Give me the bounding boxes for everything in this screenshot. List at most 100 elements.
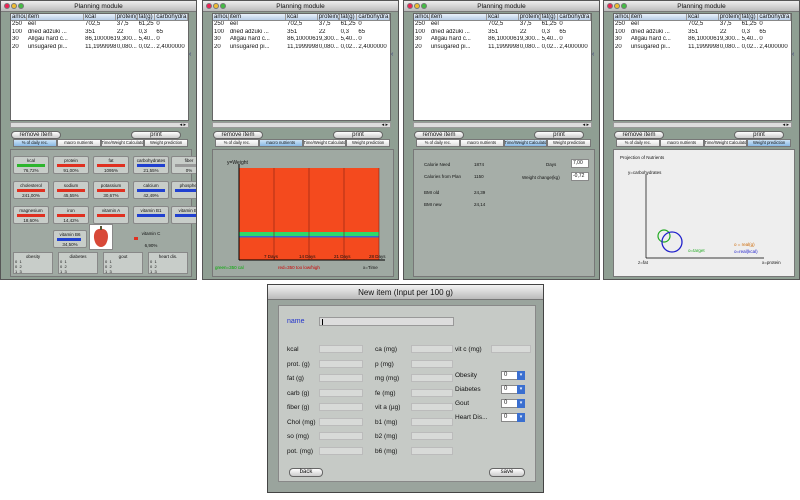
resize-arrow-icon[interactable]: ‹ — [391, 51, 398, 91]
table-row[interactable]: 30 Allgäu hard c... 86,1000061...9,300...5… — [414, 36, 591, 44]
save-button[interactable]: save — [489, 468, 525, 477]
field-input[interactable] — [411, 345, 453, 353]
column-header[interactable]: carbohydra — [758, 14, 791, 20]
column-header[interactable]: amount(g) — [614, 14, 630, 20]
column-header[interactable]: protein(g) — [116, 14, 138, 20]
print-button[interactable]: print — [734, 131, 784, 139]
print-button[interactable]: print — [534, 131, 584, 139]
remove-item-button[interactable]: remove item — [213, 131, 263, 139]
window-control-button[interactable] — [407, 3, 413, 9]
column-header[interactable]: kcal — [286, 14, 318, 20]
column-header[interactable]: fat(g) — [138, 14, 156, 20]
field-input[interactable] — [319, 345, 363, 353]
remove-item-button[interactable]: remove item — [614, 131, 664, 139]
field-input[interactable] — [319, 432, 363, 440]
table-row[interactable]: 250 eel 702,5 37,5 61,25 0 — [414, 21, 591, 29]
tab-2[interactable]: macro nutrients — [459, 139, 504, 147]
window-control-button[interactable] — [621, 3, 627, 9]
scroll-arrows-icon[interactable]: ◂ ▸ — [783, 122, 789, 128]
chevron-down-icon[interactable]: ▾ — [517, 399, 525, 408]
column-header[interactable]: carbohydra — [357, 14, 390, 20]
table-row[interactable]: 100 dried adzuki ... 351 22 0,3 65 — [11, 29, 188, 37]
table-row[interactable]: 20 unsugared pi... 11,1999998...0,080...0,… — [414, 44, 591, 52]
horizontal-scrollbar[interactable]: ◂ ▸ — [413, 122, 592, 128]
column-header[interactable]: item — [229, 14, 287, 20]
resize-arrow-icon[interactable]: ‹ — [189, 51, 196, 91]
tab-3[interactable]: Time/Weight Calculator — [302, 139, 347, 147]
tab-3[interactable]: Time/Weight Calculator — [100, 139, 145, 147]
window-controls[interactable] — [4, 3, 25, 11]
field-input[interactable] — [411, 446, 453, 455]
table-row[interactable]: 20 unsugared pi... 11,1999998...0,080...0,… — [11, 44, 188, 52]
field-input[interactable] — [319, 374, 363, 382]
column-header[interactable]: item — [630, 14, 688, 20]
window-control-button[interactable] — [206, 3, 212, 9]
window-controls[interactable] — [407, 3, 428, 11]
chevron-down-icon[interactable]: ▾ — [517, 371, 525, 380]
field-input[interactable] — [319, 446, 363, 455]
name-input[interactable] — [319, 317, 454, 326]
window-control-button[interactable] — [220, 3, 226, 9]
tab-3[interactable]: Time/Weight Calculator — [703, 139, 748, 147]
window-controls[interactable] — [607, 3, 628, 11]
window-control-button[interactable] — [4, 3, 10, 9]
column-header[interactable]: protein(g) — [719, 14, 741, 20]
column-header[interactable]: protein(g) — [318, 14, 340, 20]
food-table[interactable]: amount(g)itemkcalprotein(g)fat(g)carbohy… — [212, 13, 391, 121]
tab-2[interactable]: macro nutrients — [56, 139, 101, 147]
table-row[interactable]: 250 eel 702,5 37,5 61,25 0 — [11, 21, 188, 29]
remove-item-button[interactable]: remove item — [414, 131, 464, 139]
resize-arrow-icon[interactable]: ‹ — [792, 51, 799, 91]
column-header[interactable]: fat(g) — [741, 14, 759, 20]
chevron-down-icon[interactable]: ▾ — [517, 413, 525, 422]
print-button[interactable]: print — [131, 131, 181, 139]
days-input[interactable]: 7,00 — [571, 159, 589, 168]
field-input[interactable] — [319, 417, 363, 426]
tab-1[interactable]: % of daily rec. — [215, 139, 259, 147]
chevron-down-icon[interactable]: ▾ — [517, 385, 525, 394]
window-control-button[interactable] — [213, 3, 219, 9]
food-table[interactable]: amount(g)itemkcalprotein(g)fat(g)carbohy… — [413, 13, 592, 121]
horizontal-scrollbar[interactable]: ◂ ▸ — [10, 122, 189, 128]
field-input[interactable] — [411, 374, 453, 382]
tab-1[interactable]: % of daily rec. — [616, 139, 660, 147]
field-input[interactable] — [411, 359, 453, 368]
column-header[interactable]: item — [430, 14, 488, 20]
table-row[interactable]: 20 unsugared pi... 11,1999998...0,080...0,… — [213, 44, 390, 52]
horizontal-scrollbar[interactable]: ◂ ▸ — [212, 122, 391, 128]
scroll-arrows-icon[interactable]: ◂ ▸ — [382, 122, 388, 128]
table-row[interactable]: 20 unsugared pi... 11,1999998...0,080...0,… — [614, 44, 791, 52]
disease-select[interactable]: 0 ▾ — [501, 371, 525, 380]
table-row[interactable]: 100 dried adzuki ... 351 22 0,3 65 — [213, 29, 390, 37]
table-row[interactable]: 100 dried adzuki ... 351 22 0,3 65 — [614, 29, 791, 37]
column-header[interactable]: kcal — [687, 14, 719, 20]
column-header[interactable]: amount(g) — [213, 14, 229, 20]
food-table[interactable]: amount(g)itemkcalprotein(g)fat(g)carbohy… — [10, 13, 189, 121]
column-header[interactable]: kcal — [487, 14, 519, 20]
window-controls[interactable] — [206, 3, 227, 11]
table-row[interactable]: 250 eel 702,5 37,5 61,25 0 — [614, 21, 791, 29]
field-input[interactable] — [319, 388, 363, 397]
disease-select[interactable]: 0 ▾ — [501, 385, 525, 394]
column-header[interactable]: fat(g) — [541, 14, 559, 20]
tab-2[interactable]: macro nutrients — [258, 139, 303, 147]
window-control-button[interactable] — [421, 3, 427, 9]
table-row[interactable]: 250 eel 702,5 37,5 61,25 0 — [213, 21, 390, 29]
window-control-button[interactable] — [11, 3, 17, 9]
field-input[interactable] — [319, 359, 363, 368]
table-row[interactable]: 100 dried adzuki ... 351 22 0,3 65 — [414, 29, 591, 37]
resize-arrow-icon[interactable]: ‹ — [592, 51, 599, 91]
print-button[interactable]: print — [333, 131, 383, 139]
column-header[interactable]: carbohydra — [558, 14, 591, 20]
tab-4[interactable]: Weight prediction — [144, 139, 188, 147]
scroll-arrows-icon[interactable]: ◂ ▸ — [583, 122, 589, 128]
column-header[interactable]: kcal — [84, 14, 116, 20]
table-row[interactable]: 30 Allgäu hard c... 86,1000061...9,300...5… — [614, 36, 791, 44]
window-control-button[interactable] — [614, 3, 620, 9]
column-header[interactable]: item — [27, 14, 85, 20]
tab-1[interactable]: % of daily rec. — [13, 139, 57, 147]
tab-2[interactable]: macro nutrients — [659, 139, 704, 147]
field-input[interactable] — [319, 403, 363, 411]
field-input[interactable] — [411, 388, 453, 397]
back-button[interactable]: back — [289, 468, 323, 477]
